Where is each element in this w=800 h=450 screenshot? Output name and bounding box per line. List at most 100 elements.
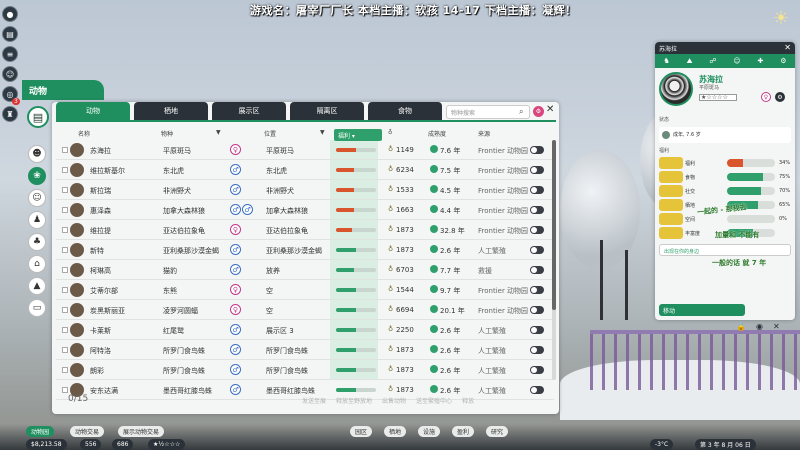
medical-icon[interactable]: ✚ <box>758 57 764 65</box>
tab-exhibits[interactable]: 展示区 <box>212 102 286 120</box>
animal-name[interactable]: 柯琳高 <box>90 266 111 276</box>
row-checkbox[interactable] <box>62 307 68 313</box>
animal-name[interactable]: 惠泽森 <box>90 206 111 216</box>
release-to-wild-button[interactable]: 释放至野放地 <box>336 396 372 405</box>
tab-habitats[interactable]: 栖地 <box>134 102 208 120</box>
education-icon[interactable]: ▲ <box>28 277 46 295</box>
animal-name[interactable]: 卡莱斯 <box>90 326 111 336</box>
people-icon[interactable]: ☺ <box>2 66 18 82</box>
scrollbar[interactable] <box>552 140 556 380</box>
animal-name[interactable]: 维拉斯基尔 <box>90 166 125 176</box>
animal-name[interactable]: 苏海拉 <box>90 146 111 156</box>
table-row[interactable]: 惠泽森 加拿大森林狼 ♂ ♂ 加拿大森林狼 ♁ 1663 4.4 年 Frontier 动物园 <box>56 200 554 220</box>
row-checkbox[interactable] <box>62 267 68 273</box>
facility-button[interactable]: 设施 <box>418 426 441 437</box>
guest-icon[interactable]: ☺ <box>733 57 740 65</box>
chart-icon[interactable]: ▤ <box>2 26 18 42</box>
weather-icon[interactable]: ☀ <box>766 4 796 34</box>
info-icon[interactable]: ♞ <box>663 57 669 65</box>
table-row[interactable]: 艾蒂尔部 东熊 ♀ 空 ♁ 1544 9.7 年 Frontier 动物园 <box>56 280 554 300</box>
row-checkbox[interactable] <box>62 367 68 373</box>
staff-icon[interactable]: ☺ <box>28 189 46 207</box>
welfare-row[interactable]: 空间 0% <box>659 213 791 226</box>
table-row[interactable]: 朗彩 所罗门食鸟蛛 ♂ 所罗门食鸟蛛 ♁ 1873 2.6 年 人工繁殖 <box>56 360 554 380</box>
table-row[interactable]: 新特 亚利桑那沙漠金蝎 ♂ 亚利桑那沙漠金蝎 ♁ 1873 2.6 年 人工繁殖 <box>56 240 554 260</box>
col-origin[interactable]: 来源 <box>478 129 490 138</box>
table-row[interactable]: 斯拉瑞 非洲野犬 ♂ 非洲野犬 ♁ 1533 4.5 年 Frontier 动物园 <box>56 180 554 200</box>
vehicle-icon[interactable]: ▭ <box>28 299 46 317</box>
funnel-icon[interactable]: ▼ <box>216 129 221 136</box>
table-row[interactable]: 炭黑斯丽亚 凌罗河圆蝠 ♀ 空 ♁ 6694 20.1 年 Frontier 动物园 <box>56 300 554 320</box>
habitat-icon[interactable]: ♣ <box>28 233 46 251</box>
send-to-breeding-button[interactable]: 送至繁殖中心 <box>416 396 452 405</box>
camera-icon[interactable]: ◉ <box>756 322 763 331</box>
close-icon[interactable]: ✕ <box>546 104 554 115</box>
animal-name[interactable]: 新特 <box>90 246 104 256</box>
row-toggle[interactable] <box>530 366 544 374</box>
document-icon[interactable]: ▤ <box>27 106 49 128</box>
row-toggle[interactable] <box>530 346 544 354</box>
tab-quarantine[interactable]: 隔离区 <box>290 102 364 120</box>
notification-icon[interactable]: ● <box>2 6 18 22</box>
row-toggle[interactable] <box>530 166 544 174</box>
table-row[interactable]: 卡莱斯 红尾鹫 ♂ 展示区 3 ♁ 2250 2.6 年 人工繁殖 <box>56 320 554 340</box>
table-row[interactable]: 维拉提 亚达伯拉象龟 ♀ 亚达伯拉象龟 ♁ 1873 32.8 年 Frontier 动物园 <box>56 220 554 240</box>
welfare-row[interactable]: 食物 75% <box>659 171 791 184</box>
settings-icon[interactable]: ⚙ <box>775 92 785 102</box>
row-toggle[interactable] <box>530 386 544 394</box>
row-checkbox[interactable] <box>62 147 68 153</box>
row-toggle[interactable] <box>530 186 544 194</box>
release-button[interactable]: 释放 <box>462 396 474 405</box>
habitat-button[interactable]: 栖地 <box>384 426 407 437</box>
row-checkbox[interactable] <box>62 327 68 333</box>
row-checkbox[interactable] <box>62 227 68 233</box>
row-toggle[interactable] <box>530 326 544 334</box>
delete-icon[interactable]: ✕ <box>773 322 780 331</box>
value-icon[interactable]: ♁ <box>388 129 392 136</box>
row-checkbox[interactable] <box>62 167 68 173</box>
animal-name[interactable]: 维拉提 <box>90 226 111 236</box>
row-toggle[interactable] <box>530 246 544 254</box>
guest-icon[interactable]: ♟ <box>28 211 46 229</box>
sell-animal-button[interactable]: 出售动物 <box>382 396 406 405</box>
send-to-exhibit-button[interactable]: 发送至展 <box>302 396 326 405</box>
habitat-icon[interactable]: ⛰ <box>687 57 693 66</box>
welfare-row[interactable]: 福利 34% <box>659 157 791 170</box>
animal-name[interactable]: 炭黑斯丽亚 <box>90 306 125 316</box>
row-toggle[interactable] <box>530 286 544 294</box>
shop-icon[interactable]: ⌂ <box>28 255 46 273</box>
table-row[interactable]: 维拉斯基尔 东北虎 ♂ 东北虎 ♁ 6234 7.5 年 Frontier 动物园 <box>56 160 554 180</box>
animal-name[interactable]: 艾蒂尔部 <box>90 286 118 296</box>
research-button[interactable]: 研究 <box>486 426 509 437</box>
park-button[interactable]: 园区 <box>350 426 373 437</box>
row-toggle[interactable] <box>530 306 544 314</box>
row-toggle[interactable] <box>530 206 544 214</box>
col-species[interactable]: 物种 <box>161 129 173 138</box>
welfare-row[interactable]: 社交 70% <box>659 185 791 198</box>
row-checkbox[interactable] <box>62 247 68 253</box>
animal-name[interactable]: 朗彩 <box>90 366 104 376</box>
tab-animals[interactable]: 动物 <box>56 102 130 120</box>
genetics-icon[interactable]: ⚙ <box>780 57 786 65</box>
move-button[interactable]: 移动 <box>659 304 745 316</box>
animal-name[interactable]: 斯拉瑞 <box>90 186 111 196</box>
search-icon[interactable]: ⌕ <box>519 107 523 117</box>
row-toggle[interactable] <box>530 226 544 234</box>
row-toggle[interactable] <box>530 266 544 274</box>
funnel-icon[interactable]: ▼ <box>320 129 325 136</box>
row-checkbox[interactable] <box>62 207 68 213</box>
row-toggle[interactable] <box>530 146 544 154</box>
animal-name[interactable]: 安东达满 <box>90 386 118 396</box>
row-checkbox[interactable] <box>62 347 68 353</box>
close-icon[interactable]: ✕ <box>784 43 791 52</box>
table-row[interactable]: 柯琳高 猫豹 ♂ 放养 ♁ 6703 7.7 年 救援 <box>56 260 554 280</box>
family-icon[interactable]: ☍ <box>709 57 716 65</box>
zoo-button[interactable]: 动物园 <box>26 426 55 437</box>
tab-food[interactable]: 食物 <box>368 102 442 120</box>
col-location[interactable]: 位置 <box>264 129 276 138</box>
row-checkbox[interactable] <box>62 387 68 393</box>
filter-icon[interactable]: ⚙ <box>533 106 544 117</box>
animal-trade-button[interactable]: 动物交易 <box>70 426 105 437</box>
col-name[interactable]: 名称 <box>78 129 90 138</box>
table-row[interactable]: 苏海拉 平原斑马 ♀ 平原斑马 ♁ 1149 7.6 年 Frontier 动物园 <box>56 140 554 160</box>
